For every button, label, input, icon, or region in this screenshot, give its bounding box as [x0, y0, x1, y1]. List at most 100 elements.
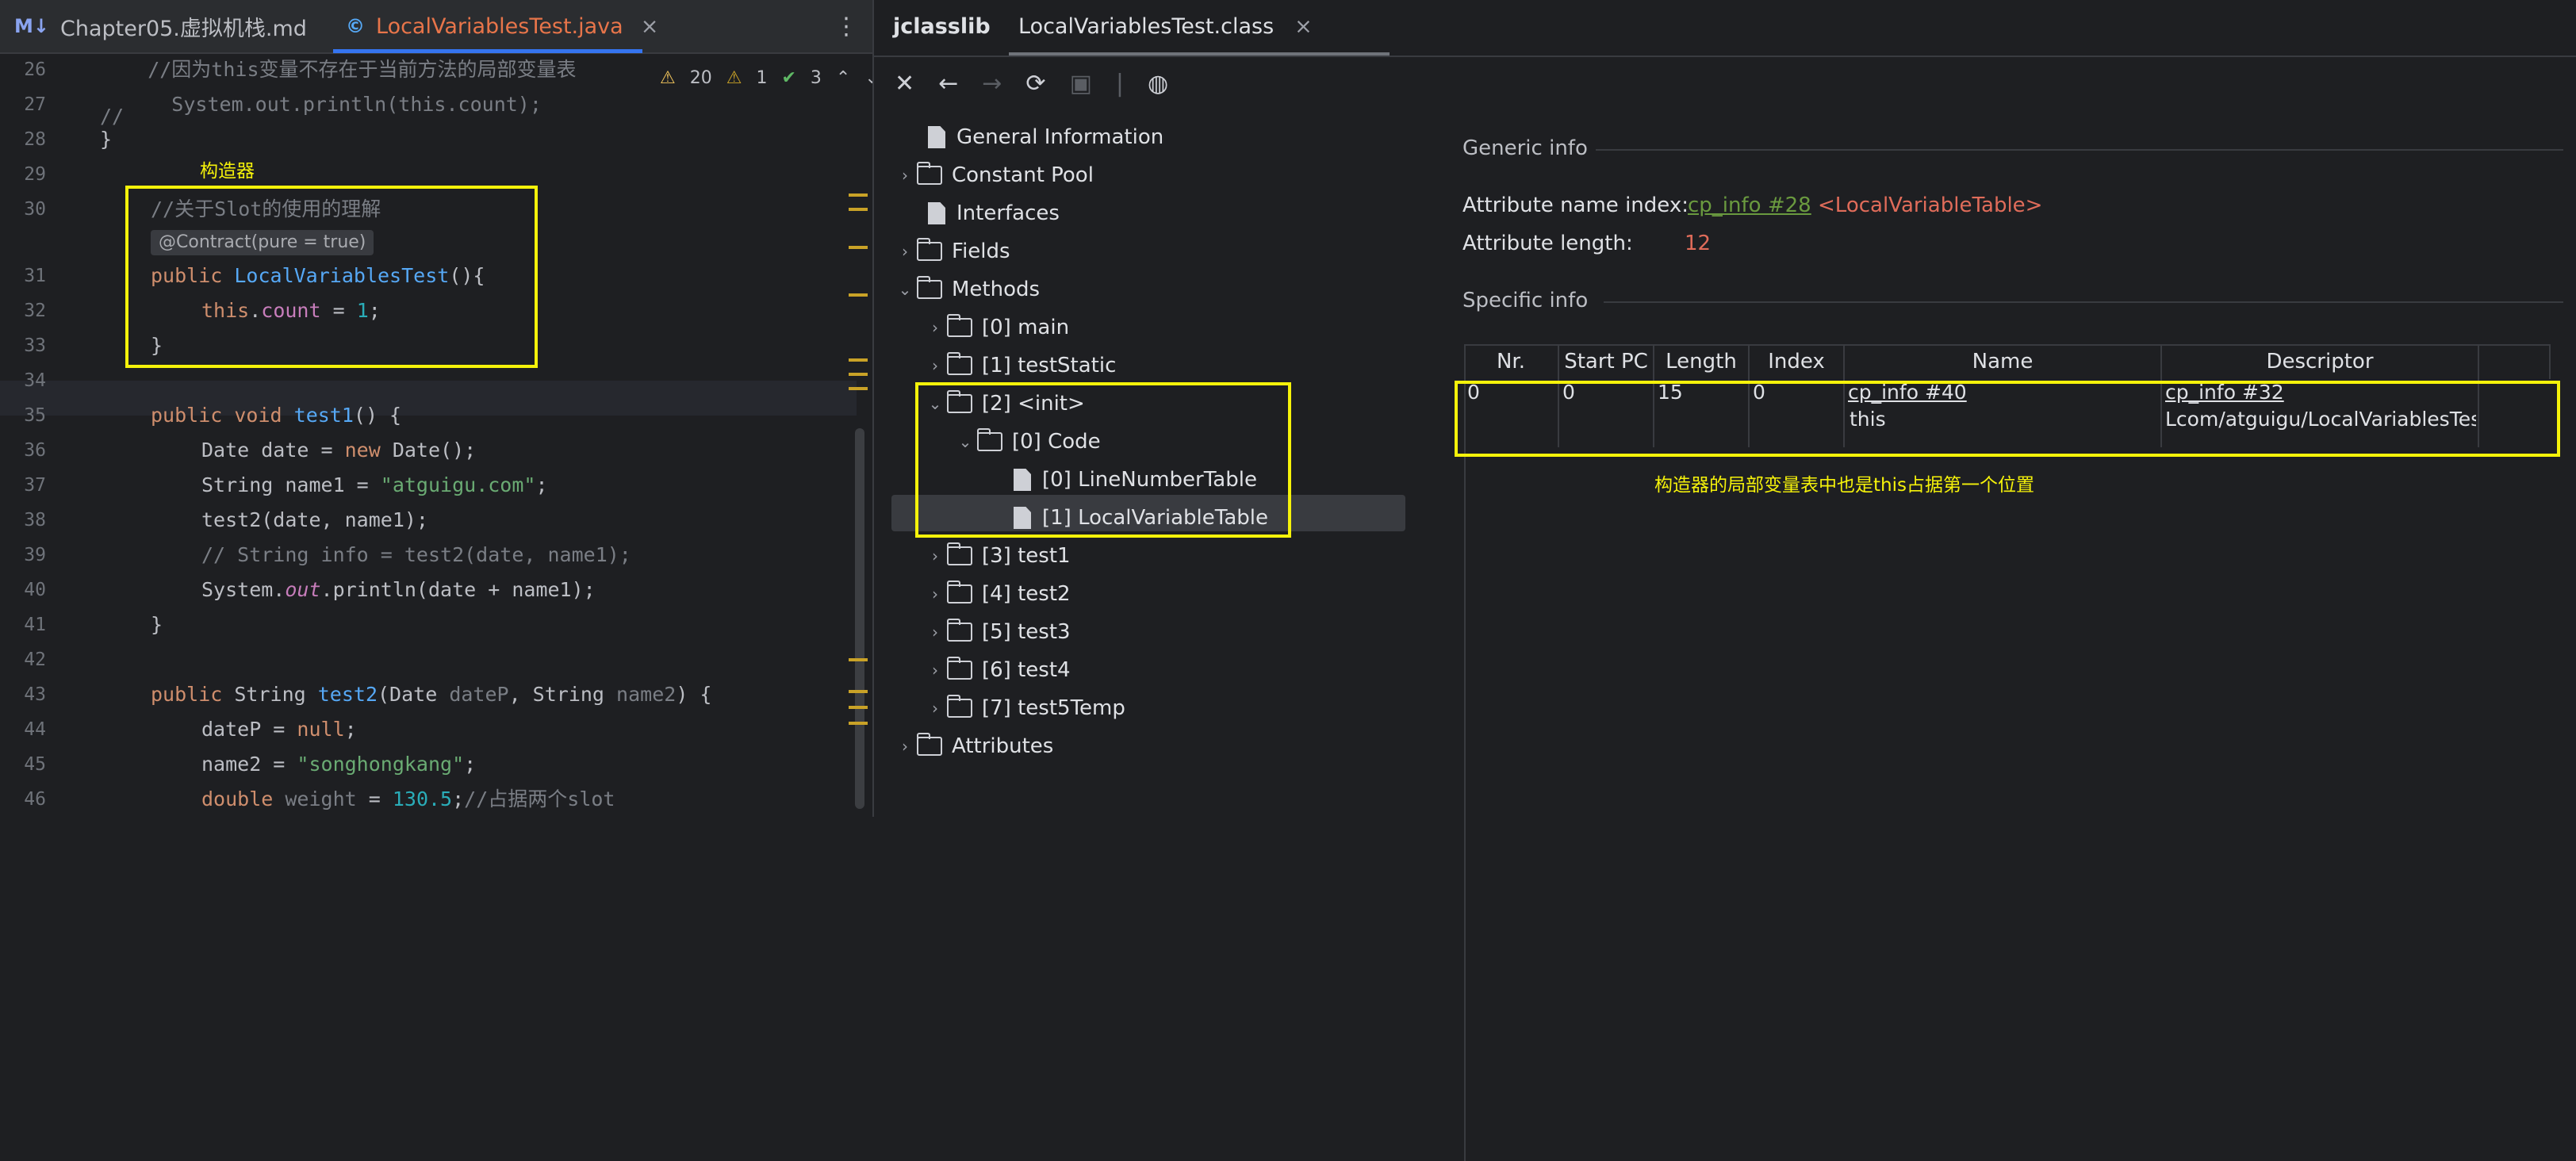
tab-localvariablestest-java[interactable]: © LocalVariablesTest.java ×: [346, 0, 658, 52]
error-stripe-marker[interactable]: [849, 706, 868, 709]
chevron-down-icon[interactable]: ⌄: [864, 68, 872, 88]
error-stripe-marker[interactable]: [849, 293, 868, 297]
tree-item-method-test3[interactable]: › [5] test3: [923, 614, 1071, 650]
line-number: 31: [24, 266, 46, 286]
line-number: 45: [24, 754, 46, 775]
chevron-right-icon[interactable]: ›: [923, 546, 947, 565]
check-icon: ✔: [781, 67, 796, 88]
folder-icon: [917, 733, 942, 756]
column-header-length[interactable]: Length: [1654, 344, 1750, 379]
error-stripe-marker[interactable]: [849, 658, 868, 661]
column-header-nr[interactable]: Nr.: [1464, 344, 1559, 379]
folder-icon: [917, 162, 942, 185]
chevron-right-icon[interactable]: ›: [923, 318, 947, 337]
tree-item-method-test4[interactable]: › [6] test4: [923, 652, 1071, 688]
code-line: 39 // String info = test2(date, name1);: [0, 538, 857, 573]
line-number: 35: [24, 405, 46, 426]
file-icon: [928, 202, 945, 224]
tree-item-label: [1] testStatic: [982, 354, 1117, 377]
chevron-right-icon[interactable]: ›: [923, 623, 947, 642]
constructor-annotation: 构造器: [200, 161, 255, 182]
tab-chapter05-md[interactable]: M↓ Chapter05.虚拟机栈.md: [14, 0, 307, 52]
attribute-length-value: 12: [1685, 232, 1712, 255]
tree-item-constant-pool[interactable]: › Constant Pool: [893, 157, 1094, 194]
tree-item-methods[interactable]: ⌄ Methods: [893, 271, 1040, 308]
error-stripe-marker[interactable]: [849, 373, 868, 376]
line-number: 27: [24, 94, 46, 115]
specific-info-title: Specific info: [1462, 289, 1589, 312]
line-number: 39: [24, 545, 46, 565]
code-text: System.out.println(date + name1);: [201, 578, 596, 601]
folder-icon: [947, 695, 972, 718]
chevron-right-icon[interactable]: ›: [923, 661, 947, 680]
tree-item-label: [6] test4: [982, 658, 1071, 682]
forward-arrow-icon[interactable]: →: [982, 70, 1002, 98]
error-stripe-marker[interactable]: [849, 246, 868, 249]
tree-item-label: Interfaces: [956, 201, 1060, 225]
code-line: 40 System.out.println(date + name1);: [0, 573, 857, 607]
column-header-descriptor[interactable]: Descriptor: [2162, 344, 2479, 379]
code-area[interactable]: 26 //因为this变量不存在于当前方法的局部变量表 27 System.ou…: [0, 52, 872, 817]
code-text: Date date = new Date();: [201, 439, 477, 462]
close-icon[interactable]: ✕: [895, 70, 914, 98]
close-tab-icon[interactable]: ×: [1294, 14, 1313, 39]
chevron-down-icon[interactable]: ⌄: [893, 280, 917, 299]
chevron-up-icon[interactable]: ⌃: [836, 68, 850, 88]
editor-scrollbar[interactable]: [855, 428, 864, 809]
tree-item-label: General Information: [956, 125, 1164, 149]
error-stripe-marker[interactable]: [849, 358, 868, 362]
jclasslib-tab-bar: jclasslib LocalVariablesTest.class ×: [874, 0, 2576, 56]
code-line: 36 Date date = new Date();: [0, 433, 857, 468]
chevron-right-icon[interactable]: ›: [923, 699, 947, 718]
tree-item-method-teststatic[interactable]: › [1] testStatic: [923, 347, 1116, 384]
chevron-right-icon[interactable]: ›: [923, 584, 947, 603]
folder-icon: [947, 619, 972, 642]
tree-item-method-main[interactable]: › [0] main: [923, 309, 1069, 346]
tree-item-general-information[interactable]: General Information: [899, 119, 1163, 155]
folder-icon: [917, 238, 942, 261]
code-line: 42: [0, 642, 857, 677]
error-stripe-marker[interactable]: [849, 387, 868, 390]
back-arrow-icon[interactable]: ←: [938, 70, 958, 98]
error-stripe-marker[interactable]: [849, 690, 868, 693]
chevron-right-icon[interactable]: ›: [923, 356, 947, 375]
attribute-name-value: <LocalVariableTable>: [1818, 194, 2043, 217]
column-header-name[interactable]: Name: [1845, 344, 2162, 379]
tree-item-interfaces[interactable]: Interfaces: [899, 195, 1060, 232]
chevron-right-icon[interactable]: ›: [893, 242, 917, 261]
inspection-widget[interactable]: ⚠ 20 ⚠ 1 ✔ 3 ⌃ ⌄: [655, 63, 872, 92]
chevron-right-icon[interactable]: ›: [893, 737, 917, 756]
tree-item-label: Methods: [952, 278, 1041, 301]
more-options-icon[interactable]: ⋮: [834, 0, 858, 52]
tab-localvariablestest-class[interactable]: LocalVariablesTest.class ×: [1018, 0, 1313, 52]
tree-item-fields[interactable]: › Fields: [893, 233, 1010, 270]
error-stripe-marker[interactable]: [849, 194, 868, 197]
globe-icon[interactable]: ◍: [1148, 70, 1168, 98]
line-number: 26: [24, 59, 46, 80]
tree-item-label: Constant Pool: [952, 163, 1094, 187]
tree-item-attributes[interactable]: › Attributes: [893, 728, 1053, 764]
chevron-right-icon[interactable]: ›: [893, 166, 917, 185]
tree-item-label: [0] main: [982, 316, 1070, 339]
column-header-index[interactable]: Index: [1750, 344, 1845, 379]
tab-label: LocalVariablesTest.class: [1018, 13, 1275, 39]
tree-item-method-test1[interactable]: › [3] test1: [923, 538, 1071, 574]
warning-count: 20: [689, 67, 712, 88]
java-class-icon: ©: [346, 15, 365, 37]
error-stripe-marker[interactable]: [849, 722, 868, 725]
attribute-name-index-link[interactable]: cp_info #28: [1688, 194, 1811, 217]
code-text: dateP = null;: [201, 718, 357, 741]
save-icon[interactable]: ▣: [1070, 70, 1092, 98]
folder-icon: [947, 352, 972, 375]
attribute-length-label: Attribute length:: [1462, 232, 1633, 255]
close-tab-icon[interactable]: ×: [641, 14, 659, 39]
tree-item-method-test2[interactable]: › [4] test2: [923, 576, 1071, 612]
code-text: public String test2(Date dateP, String n…: [151, 683, 712, 706]
error-stripe-marker[interactable]: [849, 208, 868, 211]
code-line: 38 test2(date, name1);: [0, 503, 857, 538]
refresh-icon[interactable]: ⟳: [1025, 70, 1045, 98]
column-header-start-pc[interactable]: Start PC: [1559, 344, 1654, 379]
code-line: 41}: [0, 607, 857, 642]
tree-item-method-test5temp[interactable]: › [7] test5Temp: [923, 690, 1125, 726]
code-text: String name1 = "atguigu.com";: [201, 473, 548, 496]
